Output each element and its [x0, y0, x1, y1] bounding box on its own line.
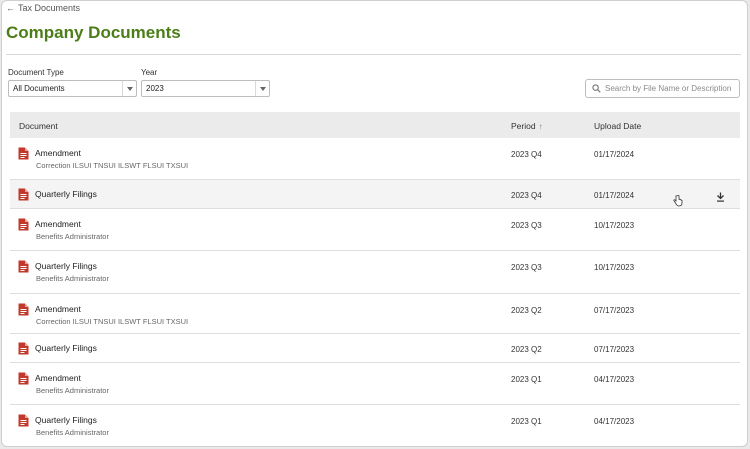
- document-description: Benefits Administrator: [36, 428, 109, 437]
- title-divider: [6, 54, 741, 55]
- upload-date-cell: 04/17/2023: [594, 417, 635, 426]
- search-input[interactable]: [605, 84, 733, 93]
- pdf-document-icon: [18, 342, 29, 360]
- document-type-label: Document Type: [8, 68, 64, 77]
- table-row[interactable]: Amendment Correction ILSUI TNSUI ILSWT F…: [10, 294, 740, 334]
- period-cell: 2023 Q3: [511, 221, 542, 230]
- document-description: Correction ILSUI TNSUI ILSWT FLSUI TXSUI: [36, 317, 189, 326]
- document-type-select[interactable]: All Documents: [8, 80, 137, 97]
- table-row[interactable]: Quarterly Filings Benefits Administrator…: [10, 251, 740, 294]
- hand-cursor-icon: [673, 194, 683, 212]
- document-name[interactable]: Quarterly Filings: [35, 343, 97, 353]
- table-row[interactable]: Amendment Benefits Administrator 2023 Q3…: [10, 209, 740, 251]
- table-header: Document Period ↑ Upload Date: [10, 112, 740, 138]
- column-period-label: Period: [511, 121, 536, 131]
- column-period[interactable]: Period ↑: [511, 121, 543, 131]
- pdf-document-icon: [18, 303, 29, 321]
- upload-date-cell: 10/17/2023: [594, 263, 635, 272]
- search-box[interactable]: [585, 79, 740, 98]
- table-row[interactable]: Amendment Correction ILSUI TNSUI ILSWT F…: [10, 138, 740, 180]
- sort-ascending-icon: ↑: [538, 122, 543, 131]
- page-frame: ← Tax Documents Company Documents Docume…: [1, 0, 748, 447]
- pdf-document-icon: [18, 188, 29, 206]
- document-description: Benefits Administrator: [36, 274, 109, 283]
- chevron-down-icon: [255, 81, 269, 96]
- period-cell: 2023 Q1: [511, 375, 542, 384]
- period-cell: 2023 Q4: [511, 150, 542, 159]
- upload-date-cell: 07/17/2023: [594, 306, 635, 315]
- document-type-value: All Documents: [13, 84, 65, 93]
- document-name[interactable]: Amendment: [35, 304, 81, 314]
- period-cell: 2023 Q4: [511, 191, 542, 200]
- search-icon: [592, 80, 601, 98]
- upload-date-cell: 04/17/2023: [594, 375, 635, 384]
- table-row[interactable]: Quarterly Filings Benefits Administrator…: [10, 405, 740, 446]
- column-upload-date[interactable]: Upload Date: [594, 121, 641, 131]
- table-row[interactable]: Quarterly Filings 2023 Q4 01/17/2024: [10, 180, 740, 209]
- upload-date-cell: 07/17/2023: [594, 345, 635, 354]
- year-select[interactable]: 2023: [141, 80, 270, 97]
- period-cell: 2023 Q2: [511, 345, 542, 354]
- document-name[interactable]: Amendment: [35, 148, 81, 158]
- document-description: Correction ILSUI TNSUI ILSWT FLSUI TXSUI: [36, 161, 189, 170]
- year-label: Year: [141, 68, 158, 77]
- pdf-document-icon: [18, 218, 29, 236]
- document-description: Benefits Administrator: [36, 386, 109, 395]
- period-cell: 2023 Q1: [511, 417, 542, 426]
- year-value: 2023: [146, 84, 164, 93]
- arrow-left-icon: ←: [6, 3, 15, 13]
- upload-date-cell: 01/17/2024: [594, 150, 635, 159]
- table-row[interactable]: Amendment Benefits Administrator 2023 Q1…: [10, 363, 740, 405]
- pdf-document-icon: [18, 372, 29, 390]
- chevron-down-icon: [122, 81, 136, 96]
- upload-date-cell: 10/17/2023: [594, 221, 635, 230]
- pdf-document-icon: [18, 147, 29, 165]
- document-name[interactable]: Quarterly Filings: [35, 261, 97, 271]
- upload-date-cell: 01/17/2024: [594, 191, 635, 200]
- document-name[interactable]: Quarterly Filings: [35, 415, 97, 425]
- back-link-label: Tax Documents: [18, 3, 81, 13]
- column-document[interactable]: Document: [19, 121, 58, 131]
- download-icon[interactable]: [716, 189, 725, 207]
- pdf-document-icon: [18, 260, 29, 278]
- document-description: Benefits Administrator: [36, 232, 109, 241]
- back-link[interactable]: ← Tax Documents: [6, 3, 80, 13]
- document-name[interactable]: Quarterly Filings: [35, 189, 97, 199]
- document-name[interactable]: Amendment: [35, 219, 81, 229]
- pdf-document-icon: [18, 414, 29, 432]
- document-name[interactable]: Amendment: [35, 373, 81, 383]
- period-cell: 2023 Q2: [511, 306, 542, 315]
- period-cell: 2023 Q3: [511, 263, 542, 272]
- table-row[interactable]: Quarterly Filings 2023 Q2 07/17/2023: [10, 334, 740, 363]
- page-title: Company Documents: [6, 23, 181, 42]
